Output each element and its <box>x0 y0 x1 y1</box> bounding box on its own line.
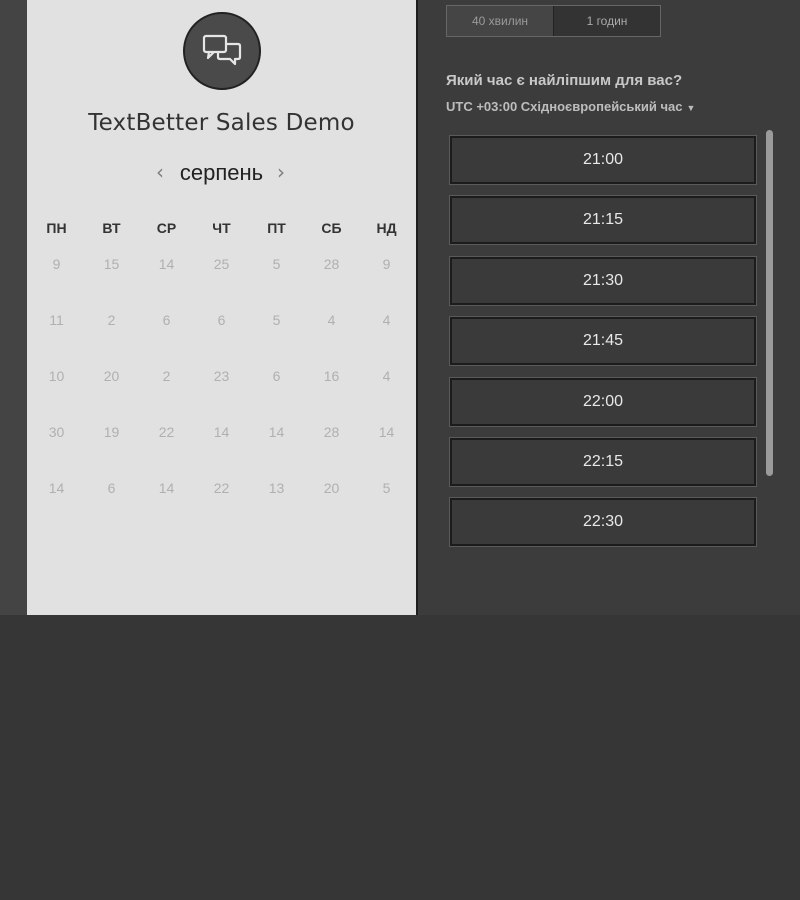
calendar-day: 22 <box>158 424 175 440</box>
timezone-label: UTC +03:00 Східноєвропейський час <box>446 99 683 114</box>
event-title: TextBetter Sales Demo <box>88 110 355 136</box>
calendar-day: 22 <box>213 480 230 496</box>
calendar-day: 2 <box>107 312 116 328</box>
chat-bubbles-icon <box>183 12 261 90</box>
time-slot-button[interactable]: 22:15 <box>450 438 756 486</box>
event-panel: TextBetter Sales Demo серпень ‹ › ПН ВТ … <box>27 0 416 615</box>
calendar-day: 13 <box>268 480 285 496</box>
calendar-grid: 9 15 14 25 5 28 9 11 2 6 6 5 4 4 10 20 2… <box>27 254 416 514</box>
calendar-day: 6 <box>107 480 116 496</box>
calendar-day: 20 <box>323 480 340 496</box>
time-slot-button[interactable]: 21:00 <box>450 136 756 184</box>
calendar-day: 25 <box>213 256 230 272</box>
calendar-day: 14 <box>378 424 395 440</box>
calendar-day: 5 <box>382 480 391 496</box>
calendar-day: 28 <box>323 256 340 272</box>
page-edge <box>0 0 27 615</box>
calendar-day: 14 <box>158 256 175 272</box>
month-label: серпень <box>179 160 264 185</box>
time-slot-button[interactable]: 21:30 <box>450 257 756 305</box>
weekday-label: НД <box>376 220 397 236</box>
weekday-header: ПН ВТ СР ЧТ ПТ СБ НД <box>27 220 416 240</box>
calendar-day: 2 <box>162 368 171 384</box>
calendar-day: 14 <box>213 424 230 440</box>
calendar-day: 4 <box>327 312 336 328</box>
calendar-day: 30 <box>48 424 65 440</box>
calendar-day: 20 <box>103 368 120 384</box>
calendar-day: 10 <box>48 368 65 384</box>
calendar-day: 23 <box>213 368 230 384</box>
calendar-day: 9 <box>52 256 61 272</box>
time-slot-button[interactable]: 22:00 <box>450 378 756 426</box>
calendar-day: 5 <box>272 256 281 272</box>
calendar-day: 6 <box>272 368 281 384</box>
weekday-label: ПН <box>46 220 67 236</box>
weekday-label: СР <box>156 220 177 236</box>
calendar-day: 6 <box>217 312 226 328</box>
calendar-day: 11 <box>49 312 64 328</box>
calendar-day: 9 <box>382 256 391 272</box>
calendar-day: 14 <box>158 480 175 496</box>
time-slot-list[interactable]: 21:00 21:15 21:30 21:45 22:00 22:15 22:3… <box>446 128 776 560</box>
duration-selector: 40 хвилин 1 годин <box>446 5 661 37</box>
chevron-left-icon[interactable]: ‹ <box>150 160 170 184</box>
slot-list-scrollbar[interactable] <box>766 130 773 476</box>
chevron-right-icon[interactable]: › <box>271 160 291 184</box>
weekday-label: ЧТ <box>212 220 231 236</box>
time-slot-button[interactable]: 21:15 <box>450 196 756 244</box>
calendar-day: 16 <box>323 368 340 384</box>
weekday-label: ПТ <box>267 220 286 236</box>
time-slot-button[interactable]: 22:30 <box>450 498 756 546</box>
duration-option-40-min[interactable]: 40 хвилин <box>447 6 553 36</box>
time-question: Який час є найліпшим для вас? <box>446 72 683 89</box>
panel-divider <box>416 0 418 615</box>
time-slot-button[interactable]: 21:45 <box>450 317 756 365</box>
calendar-day: 28 <box>323 424 340 440</box>
calendar-day: 19 <box>103 424 120 440</box>
calendar-day: 14 <box>268 424 285 440</box>
timezone-selector[interactable]: UTC +03:00 Східноєвропейський час ▼ <box>446 99 695 114</box>
caret-down-icon: ▼ <box>686 103 696 113</box>
calendar-day: 4 <box>382 312 391 328</box>
calendar-day: 14 <box>48 480 65 496</box>
weekday-label: ВТ <box>102 220 121 236</box>
weekday-label: СБ <box>321 220 342 236</box>
calendar-day: 15 <box>103 256 120 272</box>
calendar-day: 6 <box>162 312 171 328</box>
calendar-day: 5 <box>272 312 281 328</box>
month-navigation: серпень ‹ › <box>27 158 416 188</box>
calendar-day: 4 <box>382 368 391 384</box>
duration-option-1-hour[interactable]: 1 годин <box>553 6 660 36</box>
